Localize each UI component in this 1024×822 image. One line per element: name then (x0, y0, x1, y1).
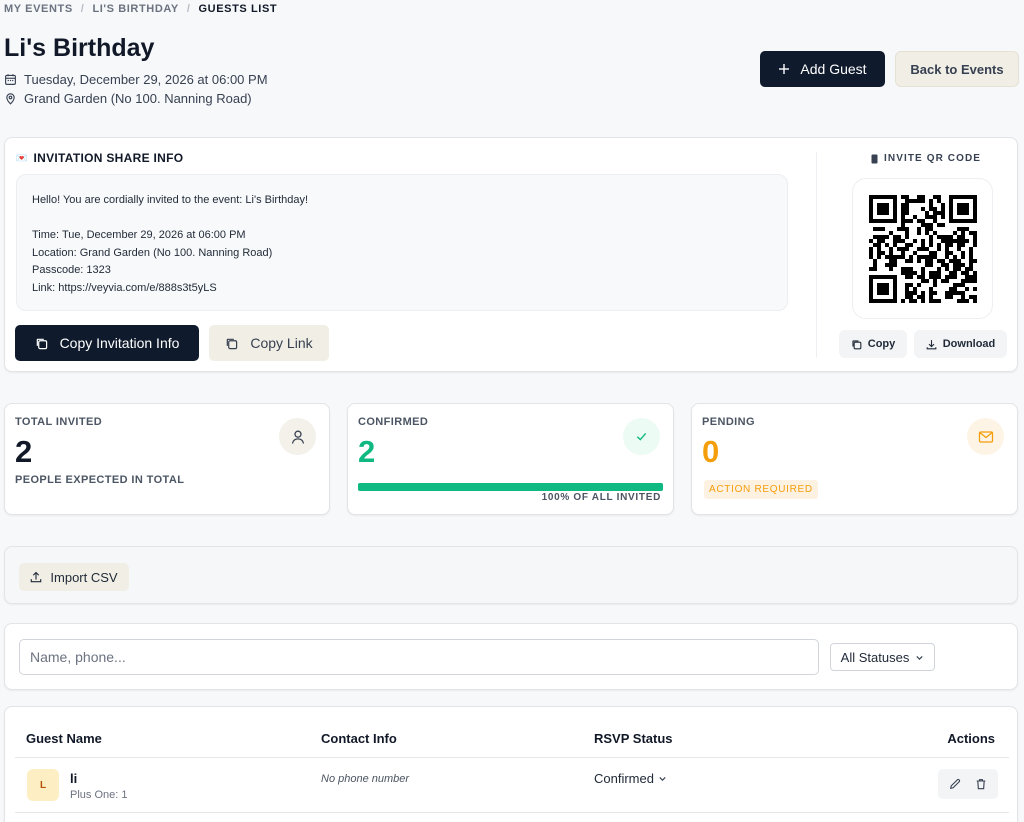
confirmed-card: CONFIRMED 2 100% OF ALL INVITED (347, 403, 674, 515)
copy-icon (36, 338, 47, 349)
edit-button[interactable] (943, 772, 967, 796)
copy-icon (852, 339, 862, 349)
event-location: Grand Garden (No 100. Nanning Road) (4, 91, 252, 106)
pending-value: 0 (702, 434, 720, 469)
check-icon (623, 418, 660, 455)
import-csv-button[interactable]: Import CSV (19, 563, 129, 591)
copy-icon (227, 338, 238, 349)
map-pin-icon (6, 93, 15, 105)
invitation-share-card: 💌 INVITATION SHARE INFO Hello! You are c… (4, 137, 1018, 372)
upload-icon (31, 571, 42, 583)
chevron-down-icon (916, 655, 923, 660)
breadcrumb: MY EVENTS / LI'S BIRTHDAY / GUESTS LIST (4, 3, 277, 15)
total-invited-sub: PEOPLE EXPECTED IN TOTAL (15, 474, 185, 486)
invitation-link: Link: https://veyvia.com/e/888s3t5yLS (32, 281, 217, 294)
page-title: Li's Birthday (4, 34, 155, 62)
divider (15, 757, 1009, 758)
delete-button[interactable] (969, 772, 993, 796)
calendar-icon (5, 74, 16, 85)
rsvp-status-dropdown[interactable]: Confirmed (594, 771, 667, 786)
add-guest-button[interactable]: Add Guest (760, 51, 885, 87)
trash-icon (976, 779, 986, 790)
invitation-location: Location: Grand Garden (No 100. Nanning … (32, 246, 273, 259)
phone-icon (871, 154, 878, 163)
invitation-time: Time: Tue, December 29, 2026 at 06:00 PM (32, 229, 246, 242)
back-to-events-label: Back to Events (910, 61, 1004, 77)
pending-label: PENDING (702, 416, 755, 428)
copy-link-button[interactable]: Copy Link (209, 325, 329, 361)
qr-copy-button[interactable]: Copy (839, 330, 907, 358)
download-icon (926, 339, 937, 349)
qr-download-button[interactable]: Download (914, 330, 1007, 358)
avatar: L (27, 769, 59, 801)
confirmed-label: CONFIRMED (358, 416, 429, 428)
column-header-actions: Actions (947, 731, 995, 746)
search-input[interactable] (19, 639, 819, 675)
import-csv-label: Import CSV (50, 569, 118, 585)
invitation-message: Hello! You are cordially invited to the … (16, 174, 788, 311)
qr-heading-text: INVITE QR CODE (884, 153, 982, 164)
qr-code-image (868, 194, 977, 303)
guests-table: Guest Name Contact Info RSVP Status Acti… (4, 706, 1018, 822)
copy-invitation-info-label: Copy Invitation Info (59, 335, 180, 351)
total-invited-label: TOTAL INVITED (15, 416, 103, 428)
event-location-text: Grand Garden (No 100. Nanning Road) (24, 91, 252, 106)
divider (15, 812, 1009, 813)
breadcrumb-separator: / (80, 3, 85, 15)
rsvp-status-value: Confirmed (594, 771, 654, 786)
event-datetime: Tuesday, December 29, 2026 at 06:00 PM (4, 72, 268, 87)
divider (816, 152, 817, 357)
qr-download-label: Download (942, 338, 996, 350)
confirmed-progress-bar (358, 483, 663, 491)
invitation-passcode: Passcode: 1323 (32, 264, 111, 277)
invitation-share-heading-text: INVITATION SHARE INFO (33, 151, 184, 165)
event-datetime-text: Tuesday, December 29, 2026 at 06:00 PM (24, 72, 268, 87)
invitation-share-heading: 💌 INVITATION SHARE INFO (16, 151, 183, 165)
total-invited-card: TOTAL INVITED 2 PEOPLE EXPECTED IN TOTAL (4, 403, 330, 515)
add-guest-label: Add Guest (800, 61, 867, 77)
total-invited-value: 2 (15, 434, 33, 469)
pencil-icon (949, 778, 961, 790)
qr-code (852, 178, 993, 319)
column-header-guest-name[interactable]: Guest Name (26, 731, 102, 746)
guest-contact: No phone number (321, 773, 410, 785)
back-to-events-button[interactable]: Back to Events (895, 51, 1019, 87)
action-required-badge: ACTION REQUIRED (704, 480, 818, 499)
chevron-down-icon (659, 777, 666, 781)
status-filter-value: All Statuses (840, 649, 910, 665)
copy-link-label: Copy Link (250, 335, 313, 351)
confirmed-progress-text: 100% OF ALL INVITED (541, 492, 661, 503)
guest-name: li (70, 771, 78, 786)
breadcrumb-event[interactable]: LI'S BIRTHDAY (92, 3, 178, 15)
confirmed-value: 2 (358, 434, 376, 469)
column-header-contact: Contact Info (321, 731, 397, 746)
confirmed-progress-fill (358, 483, 663, 491)
import-section: Import CSV (4, 546, 1018, 604)
envelope-heart-icon: 💌 (16, 152, 28, 163)
mail-icon (967, 418, 1004, 455)
user-icon (279, 418, 316, 455)
breadcrumb-current: GUESTS LIST (198, 3, 278, 15)
copy-invitation-info-button[interactable]: Copy Invitation Info (15, 325, 199, 361)
guest-plus-one: Plus One: 1 (70, 789, 128, 801)
pending-card: PENDING 0 ACTION REQUIRED (691, 403, 1018, 515)
qr-copy-label: Copy (867, 338, 896, 350)
filter-bar: All Statuses (4, 623, 1018, 690)
breadcrumb-my-events[interactable]: MY EVENTS (4, 3, 73, 15)
plus-icon (779, 64, 790, 74)
breadcrumb-separator: / (186, 3, 191, 15)
invitation-greeting: Hello! You are cordially invited to the … (32, 194, 309, 206)
column-header-rsvp: RSVP Status (594, 731, 673, 746)
qr-heading: INVITE QR CODE (871, 153, 981, 164)
status-filter-select[interactable]: All Statuses (830, 643, 935, 671)
row-actions (938, 769, 998, 799)
